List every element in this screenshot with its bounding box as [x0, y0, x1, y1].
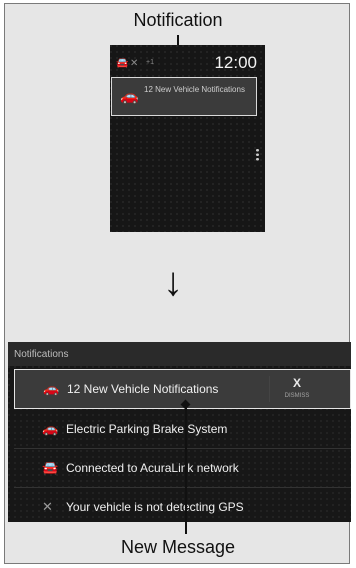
notifications-header: Notifications — [8, 342, 351, 366]
dismiss-button[interactable]: X DISMISS — [277, 374, 317, 404]
car-alert-icon: 🚗 — [43, 381, 60, 396]
dismiss-divider — [269, 376, 270, 402]
clock: 12:00 — [214, 53, 257, 72]
status-badge: +1 — [146, 59, 154, 66]
phone-screen: 🚘 ✕ +1 12:00 🚗 12 New Vehicle Notificati… — [110, 45, 265, 232]
new-message-callout-label: New Message — [120, 537, 236, 557]
notification-row-label: Your vehicle is not detecting GPS — [66, 500, 244, 514]
notification-callout-label: Notification — [133, 10, 223, 30]
gps-off-icon: ✕ — [42, 499, 53, 514]
dismiss-label: DISMISS — [284, 393, 310, 399]
notification-row[interactable]: 🚗 Electric Parking Brake System — [14, 410, 351, 449]
notification-banner-text: 12 New Vehicle Notifications — [144, 85, 245, 94]
notification-row-label: Electric Parking Brake System — [66, 422, 228, 436]
close-icon: X — [292, 376, 301, 390]
notification-row[interactable]: 🚘 Connected to AcuraLink network — [14, 449, 351, 488]
car-alert-icon: 🚗 — [42, 421, 59, 436]
car-signal-icon: 🚘 — [116, 58, 129, 69]
screen-texture — [110, 45, 265, 232]
notifications-panel: Notifications 🚗 12 New Vehicle Notificat… — [8, 342, 351, 522]
network-car-icon: 🚘 — [42, 460, 59, 475]
notification-row-label: Connected to AcuraLink network — [66, 461, 239, 475]
more-options-icon[interactable] — [256, 148, 259, 161]
down-arrow-icon: ↓ — [163, 260, 183, 304]
notification-row[interactable]: ✕ Your vehicle is not detecting GPS — [14, 488, 351, 522]
notification-row-label: 12 New Vehicle Notifications — [67, 382, 219, 396]
car-alert-icon: 🚗 — [120, 88, 139, 105]
status-bar: 🚘 ✕ +1 12:00 — [116, 53, 259, 73]
notifications-header-label: Notifications — [14, 349, 69, 360]
gps-off-icon: ✕ — [130, 58, 139, 69]
message-leader-line — [185, 404, 187, 534]
notification-banner[interactable]: 🚗 12 New Vehicle Notifications — [111, 77, 257, 116]
